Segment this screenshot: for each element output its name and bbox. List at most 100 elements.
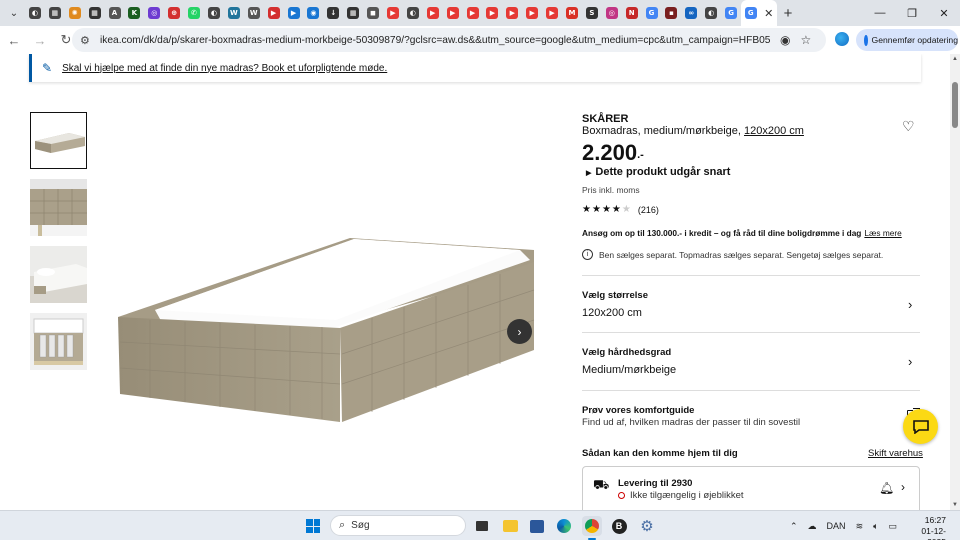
edge-icon[interactable] bbox=[554, 516, 574, 536]
browser-tab[interactable]: ↓ bbox=[323, 0, 343, 26]
browser-tab[interactable]: K bbox=[124, 0, 144, 26]
banner-link[interactable]: Skal vi hjælpe med at finde din nye madr… bbox=[62, 63, 387, 74]
firmness-option-value[interactable]: Medium/mørkbeige bbox=[582, 364, 676, 376]
browser-tab[interactable]: ✺ bbox=[65, 0, 85, 26]
battery-icon[interactable]: ▭ bbox=[889, 521, 898, 532]
browser-tab[interactable]: ⊕ bbox=[164, 0, 184, 26]
credit-read-more-link[interactable]: Læs mere bbox=[864, 228, 901, 238]
forward-arrow-icon[interactable]: → bbox=[28, 28, 52, 52]
browser-tab[interactable]: ▪ bbox=[662, 0, 682, 26]
tab-search-chevron-icon[interactable]: ⌄ bbox=[3, 2, 25, 24]
thumbnail-cutaway[interactable] bbox=[30, 313, 87, 370]
taskbar-search[interactable]: ⌕ Søg bbox=[330, 515, 466, 536]
browser-tab[interactable]: ◼ bbox=[363, 0, 383, 26]
extension-icon[interactable] bbox=[835, 32, 849, 46]
browser-tab[interactable]: G bbox=[721, 0, 741, 26]
browser-tab[interactable]: ∞ bbox=[681, 0, 701, 26]
language-indicator[interactable]: DAN bbox=[827, 521, 846, 531]
browser-tab[interactable]: ▦ bbox=[85, 0, 105, 26]
browser-tab[interactable]: ◉ bbox=[303, 0, 323, 26]
thumbnail-bedroom[interactable] bbox=[30, 246, 87, 303]
browser-tab[interactable]: W bbox=[224, 0, 244, 26]
bookmark-star-icon[interactable]: ☆ bbox=[800, 33, 811, 47]
file-explorer-icon[interactable] bbox=[500, 516, 520, 536]
update-button[interactable]: Gennemfør opdatering bbox=[856, 29, 958, 51]
back-arrow-icon[interactable]: ← bbox=[2, 28, 26, 52]
firmness-option-title[interactable]: Vælg hårdhedsgrad bbox=[582, 347, 671, 358]
new-tab-button[interactable]: + bbox=[777, 5, 799, 22]
browser-tab[interactable]: ▶ bbox=[482, 0, 502, 26]
page-scrollbar[interactable]: ▲ ▼ bbox=[950, 54, 960, 510]
tracking-blocked-eye-icon[interactable]: ◉ bbox=[780, 33, 790, 47]
browser-tab[interactable]: ◐ bbox=[701, 0, 721, 26]
active-tab[interactable]: G ✕ bbox=[741, 0, 778, 26]
comfort-guide-title[interactable]: Prøv vores komfortguide bbox=[582, 405, 694, 416]
browser-tab[interactable]: ▶ bbox=[443, 0, 463, 26]
help-banner[interactable]: ✎ Skal vi hjælpe med at finde din nye ma… bbox=[29, 54, 921, 82]
b-app-icon[interactable]: B bbox=[609, 516, 629, 536]
minimize-icon[interactable]: — bbox=[864, 0, 896, 26]
review-count[interactable]: (216) bbox=[638, 205, 659, 215]
change-store-link[interactable]: Skift varehus bbox=[868, 448, 923, 459]
chevron-up-icon[interactable]: ⌃ bbox=[790, 521, 798, 532]
chrome-icon[interactable] bbox=[582, 516, 602, 540]
next-image-button[interactable]: › bbox=[507, 319, 532, 344]
browser-tab[interactable]: S bbox=[582, 0, 602, 26]
close-tab-icon[interactable]: ✕ bbox=[764, 7, 773, 20]
rating[interactable]: ★★★★★ (216) bbox=[582, 204, 659, 215]
size-link[interactable]: 120x200 cm bbox=[744, 125, 804, 137]
size-option-title[interactable]: Vælg størrelse bbox=[582, 290, 648, 301]
browser-tab[interactable]: ▦ bbox=[45, 0, 65, 26]
chevron-right-icon[interactable]: › bbox=[901, 480, 905, 494]
scroll-up-icon[interactable]: ▲ bbox=[952, 56, 958, 62]
browser-tab[interactable]: ▶ bbox=[423, 0, 443, 26]
settings-gear-icon[interactable]: ⚙ bbox=[637, 516, 657, 536]
windows-start-icon[interactable] bbox=[306, 519, 320, 533]
browser-tab[interactable]: M bbox=[562, 0, 582, 26]
browser-tab[interactable]: ▶ bbox=[264, 0, 284, 26]
browser-tab[interactable]: ◐ bbox=[204, 0, 224, 26]
restore-icon[interactable]: ❐ bbox=[896, 0, 928, 26]
bell-icon[interactable]: 🔔︎ bbox=[879, 481, 894, 495]
address-bar[interactable]: ⚙ ikea.com/dk/da/p/skarer-boxmadras-medi… bbox=[72, 28, 826, 52]
browser-tab[interactable]: ▶ bbox=[383, 0, 403, 26]
scroll-down-icon[interactable]: ▼ bbox=[952, 502, 958, 508]
site-info-icon[interactable]: ⚙ bbox=[80, 34, 94, 47]
url-text[interactable]: ikea.com/dk/da/p/skarer-boxmadras-medium… bbox=[100, 35, 770, 46]
scrollbar-thumb[interactable] bbox=[952, 82, 958, 128]
browser-tab[interactable]: ▦ bbox=[343, 0, 363, 26]
browser-tab[interactable]: ◐ bbox=[25, 0, 45, 26]
wifi-icon[interactable]: ≋ bbox=[856, 521, 864, 532]
onedrive-icon[interactable]: ☁ bbox=[808, 521, 817, 532]
favourite-heart-icon[interactable]: ♡ bbox=[902, 118, 915, 135]
browser-tab[interactable]: ▶ bbox=[542, 0, 562, 26]
browser-tab[interactable]: W bbox=[244, 0, 264, 26]
browser-tab[interactable]: ▶ bbox=[522, 0, 542, 26]
browser-tab[interactable]: ▶ bbox=[502, 0, 522, 26]
chevron-right-icon[interactable]: › bbox=[908, 354, 912, 369]
phaseout-notice[interactable]: ▶ Dette produkt udgår snart bbox=[586, 166, 730, 178]
volume-icon[interactable]: 🔈︎ bbox=[873, 521, 878, 532]
browser-tab[interactable]: G bbox=[642, 0, 662, 26]
browser-tab[interactable]: ◎ bbox=[144, 0, 164, 26]
close-window-icon[interactable]: ✕ bbox=[928, 0, 960, 26]
tab-favicon-7-icon: ◎ bbox=[148, 7, 161, 19]
browser-tab[interactable]: ✆ bbox=[184, 0, 204, 26]
delivery-card[interactable]: ⛟ Levering til 2930 Ikke tilgængelig i ø… bbox=[582, 466, 920, 510]
task-view-icon[interactable] bbox=[472, 516, 492, 536]
thumbnail-closeup[interactable] bbox=[30, 179, 87, 236]
browser-tab[interactable]: ▶ bbox=[463, 0, 483, 26]
store-icon[interactable] bbox=[527, 516, 547, 536]
browser-tab[interactable]: ◐ bbox=[403, 0, 423, 26]
chat-button[interactable] bbox=[903, 409, 938, 444]
tab-favicon-17-icon: ▦ bbox=[347, 7, 360, 19]
browser-tab[interactable]: ◎ bbox=[602, 0, 622, 26]
browser-tab[interactable]: A bbox=[105, 0, 125, 26]
clock[interactable]: 16:27 01-12-2025 bbox=[906, 515, 946, 540]
tab-favicon-33-icon: ▪ bbox=[665, 7, 678, 19]
chevron-right-icon[interactable]: › bbox=[908, 297, 912, 312]
browser-tab[interactable]: N bbox=[622, 0, 642, 26]
thumbnail-mattress[interactable] bbox=[30, 112, 87, 169]
browser-tab[interactable]: ▶ bbox=[284, 0, 304, 26]
size-option-value[interactable]: 120x200 cm bbox=[582, 307, 642, 319]
